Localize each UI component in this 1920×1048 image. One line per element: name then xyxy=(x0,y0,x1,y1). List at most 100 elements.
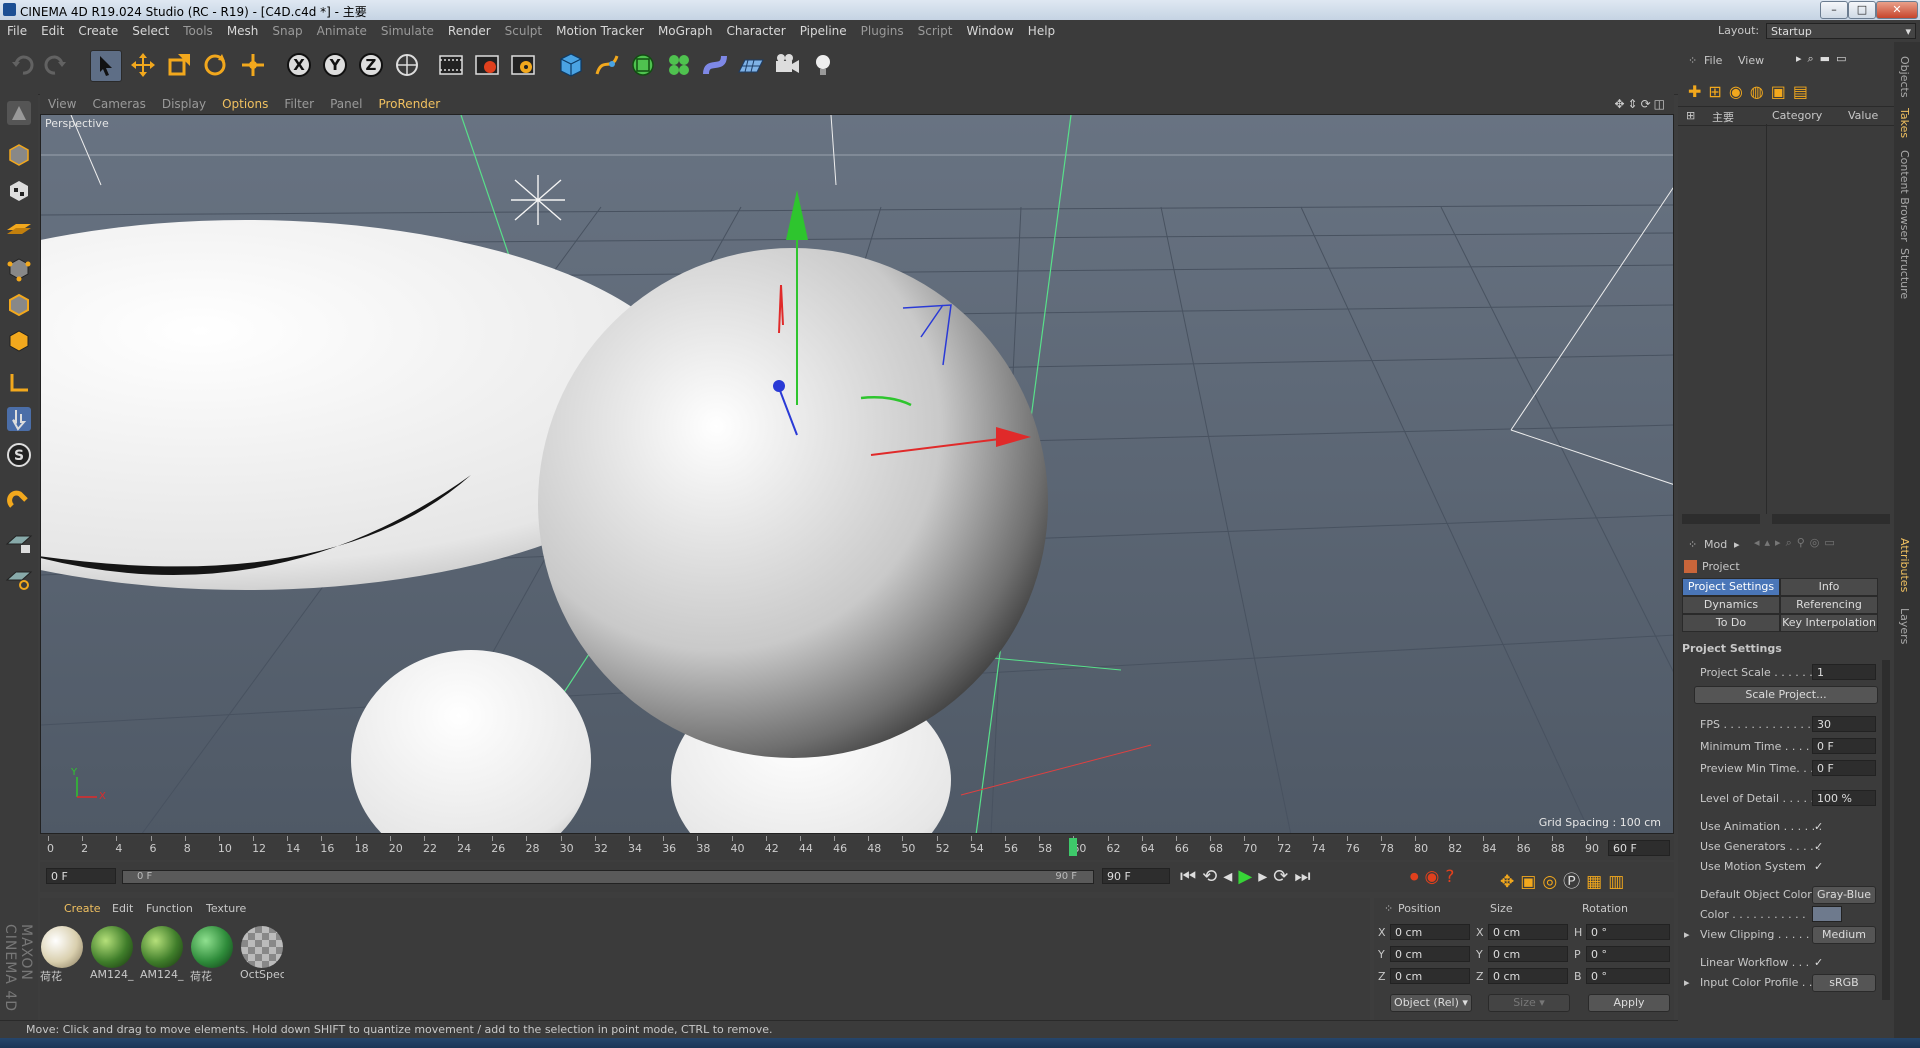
workplane-mode-icon[interactable] xyxy=(4,212,34,242)
material-menu-edit[interactable]: Edit xyxy=(112,902,133,915)
menu-script[interactable]: Script xyxy=(911,20,960,42)
y-axis-lock-icon[interactable]: Y xyxy=(320,50,350,80)
menu-character[interactable]: Character xyxy=(719,20,792,42)
material-swatch[interactable]: AM124_ xyxy=(140,926,184,981)
take-name[interactable]: 主要 xyxy=(1712,109,1734,125)
rot-p-field[interactable]: 0 ° xyxy=(1586,946,1670,962)
size-z-field[interactable]: 0 cm xyxy=(1488,968,1568,984)
material-swatch[interactable]: 荷花 xyxy=(190,926,234,984)
menu-tools[interactable]: Tools xyxy=(176,20,220,42)
material-swatch[interactable]: AM124_ xyxy=(90,926,134,981)
viewport-menu-panel[interactable]: Panel xyxy=(322,94,370,114)
view-clipping-expand-icon[interactable]: ▸ xyxy=(1684,928,1690,941)
subdivision-surface-icon[interactable] xyxy=(628,50,658,80)
apply-button[interactable]: Apply xyxy=(1588,994,1670,1012)
material-menu-function[interactable]: Function xyxy=(146,902,193,915)
snap-icon[interactable]: S xyxy=(4,440,34,470)
tab-project-settings[interactable]: Project Settings xyxy=(1682,578,1780,596)
rotate-tool-icon[interactable] xyxy=(200,50,230,80)
menu-animate[interactable]: Animate xyxy=(310,20,374,42)
menu-edit[interactable]: Edit xyxy=(34,20,71,42)
material-menu-create[interactable]: Create xyxy=(64,902,101,915)
tab-info[interactable]: Info xyxy=(1780,578,1878,596)
scale-tool-icon[interactable] xyxy=(164,50,194,80)
menu-mesh[interactable]: Mesh xyxy=(220,20,266,42)
locked-workplane-icon[interactable] xyxy=(4,528,34,558)
model-mode-icon[interactable] xyxy=(4,140,34,170)
viewport-menu-filter[interactable]: Filter xyxy=(276,94,322,114)
viewport-menu-prorender[interactable]: ProRender xyxy=(370,94,448,114)
size-mode-dropdown[interactable]: Size ▾ xyxy=(1488,994,1570,1012)
takes-collapse-icon[interactable]: ⊞ xyxy=(1686,109,1695,122)
timeline-ruler[interactable]: 0 2 4 6 8 10 12 14 16 18 20 22 24 26 28 30 32 34 36 38 40 42 4… xyxy=(40,836,1674,860)
left-scrollbar[interactable] xyxy=(1682,514,1760,524)
undo-icon[interactable] xyxy=(8,50,38,80)
record-icon[interactable]: ⏺ xyxy=(1410,867,1425,887)
play-icon[interactable]: ▶ xyxy=(1238,866,1258,887)
panel-menu-view[interactable]: View xyxy=(1738,54,1764,67)
level-of-detail-field[interactable]: 100 % xyxy=(1812,790,1876,806)
size-x-field[interactable]: 0 cm xyxy=(1488,924,1568,940)
live-selection-icon[interactable] xyxy=(238,50,268,80)
camera-icon[interactable] xyxy=(772,50,802,80)
start-frame-field[interactable]: 0 F xyxy=(46,868,116,884)
tab-key-interpolation[interactable]: Key Interpolation xyxy=(1780,614,1878,632)
menu-snap[interactable]: Snap xyxy=(265,20,309,42)
pos-z-field[interactable]: 0 cm xyxy=(1390,968,1470,984)
menu-simulate[interactable]: Simulate xyxy=(374,20,441,42)
menu-plugins[interactable]: Plugins xyxy=(854,20,911,42)
size-y-field[interactable]: 0 cm xyxy=(1488,946,1568,962)
deformer-icon[interactable] xyxy=(700,50,730,80)
edit-render-settings-icon[interactable] xyxy=(508,50,538,80)
menu-mograph[interactable]: MoGraph xyxy=(651,20,720,42)
magnet-icon[interactable] xyxy=(4,484,34,514)
x-axis-lock-icon[interactable]: X xyxy=(284,50,314,80)
render-view-icon[interactable] xyxy=(436,50,466,80)
viewport-nav-icons[interactable]: ✥⇕⟳◫ xyxy=(1614,94,1668,114)
key-position-icon[interactable]: ✥ xyxy=(1500,872,1520,892)
next-frame-icon[interactable]: ▸ xyxy=(1258,866,1273,887)
menu-motion-tracker[interactable]: Motion Tracker xyxy=(549,20,651,42)
axis-mode-icon[interactable] xyxy=(4,368,34,398)
tab-objects[interactable]: Objects xyxy=(1898,56,1911,98)
go-to-end-icon[interactable]: ⏭ xyxy=(1294,866,1316,887)
takes-tool-icons[interactable]: ✚⊞◉◍▣▤ xyxy=(1688,82,1815,101)
cube-object-icon[interactable] xyxy=(556,50,586,80)
pos-x-field[interactable]: 0 cm xyxy=(1390,924,1470,940)
close-button[interactable]: ✕ xyxy=(1876,1,1918,19)
attr-nav-icons[interactable]: ◂▴▸⌕⚲◎▭ xyxy=(1754,536,1840,550)
attributes-scrollbar[interactable] xyxy=(1882,660,1890,1000)
rot-b-field[interactable]: 0 ° xyxy=(1586,968,1670,984)
menu-help[interactable]: Help xyxy=(1021,20,1062,42)
menu-select[interactable]: Select xyxy=(125,20,176,42)
scale-project-button[interactable]: Scale Project... xyxy=(1694,686,1878,704)
maximize-button[interactable]: □ xyxy=(1848,1,1876,19)
spline-pen-icon[interactable] xyxy=(592,50,622,80)
attr-mode-menu[interactable]: Mod xyxy=(1704,538,1727,551)
previous-frame-icon[interactable]: ◂ xyxy=(1223,866,1238,887)
menu-pipeline[interactable]: Pipeline xyxy=(793,20,854,42)
material-swatch[interactable]: 荷花 xyxy=(40,926,84,984)
range-slider[interactable]: 0 F 90 F xyxy=(122,870,1094,884)
project-scale-field[interactable]: 1 xyxy=(1812,664,1876,680)
end-frame-field[interactable]: 90 F xyxy=(1102,868,1170,884)
fps-field[interactable]: 30 xyxy=(1812,716,1876,732)
minimize-button[interactable]: – xyxy=(1820,1,1848,19)
floor-icon[interactable] xyxy=(736,50,766,80)
tab-content-browser[interactable]: Content Browser xyxy=(1898,150,1911,242)
default-object-color-dropdown[interactable]: Gray-Blue xyxy=(1812,886,1876,904)
coordinate-mode-dropdown[interactable]: Object (Rel) ▾ xyxy=(1390,994,1472,1012)
attr-mode-arrow-icon[interactable]: ▸ xyxy=(1734,538,1740,551)
minimum-time-field[interactable]: 0 F xyxy=(1812,738,1876,754)
material-swatch[interactable]: OctSpec xyxy=(240,926,284,981)
light-icon[interactable] xyxy=(808,50,838,80)
layout-dropdown[interactable]: Startup ▾ xyxy=(1766,23,1916,39)
use-generators-checkbox[interactable]: ✓ xyxy=(1814,840,1823,853)
key-scale-icon[interactable]: ▣ xyxy=(1520,872,1542,892)
viewport-menu-options[interactable]: Options xyxy=(214,94,276,114)
tab-structure[interactable]: Structure xyxy=(1898,248,1911,299)
next-key-icon[interactable]: ⟳ xyxy=(1273,866,1294,887)
timeline-end-field[interactable]: 60 F xyxy=(1608,840,1670,856)
viewport-menu-view[interactable]: View xyxy=(40,94,84,114)
panel-menu-file[interactable]: File xyxy=(1704,54,1722,67)
